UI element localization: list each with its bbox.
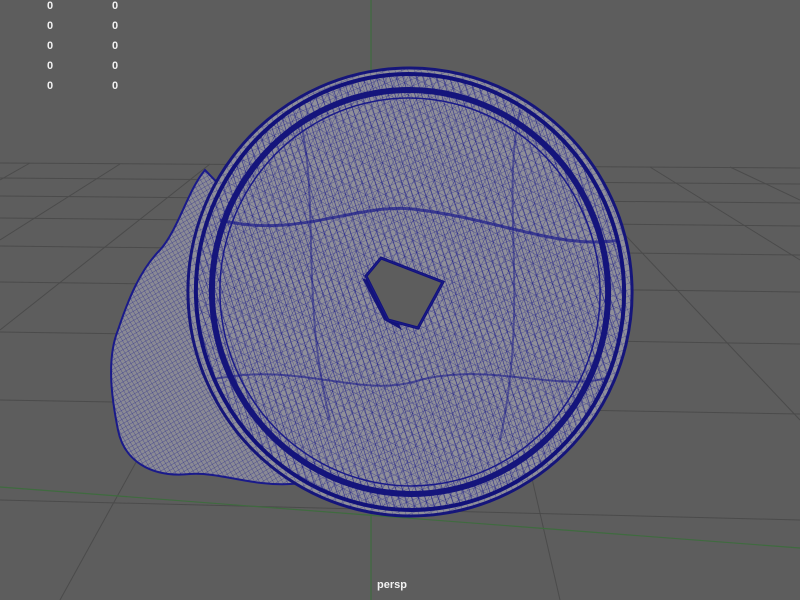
perspective-viewport[interactable]: 0 0 0 0 0 0 0 0 0 0 persp bbox=[0, 0, 800, 600]
hud-row: 0 0 bbox=[0, 80, 200, 94]
hud-value: 0 bbox=[112, 0, 119, 12]
hud-value: 0 bbox=[47, 0, 54, 12]
hud-value: 0 bbox=[47, 80, 54, 92]
hud-value: 0 bbox=[47, 40, 54, 52]
camera-name-label: persp bbox=[377, 579, 407, 591]
hud-value: 0 bbox=[112, 40, 119, 52]
hud-value: 0 bbox=[112, 20, 119, 32]
hud-row: 0 0 bbox=[0, 20, 200, 34]
hud-row: 0 0 bbox=[0, 0, 200, 14]
hud-row: 0 0 bbox=[0, 40, 200, 54]
hud-value: 0 bbox=[112, 80, 119, 92]
heads-up-display: 0 0 0 0 0 0 0 0 0 0 bbox=[0, 0, 200, 100]
hud-value: 0 bbox=[112, 60, 119, 72]
hud-value: 0 bbox=[47, 60, 54, 72]
hud-value: 0 bbox=[47, 20, 54, 32]
hud-row: 0 0 bbox=[0, 60, 200, 74]
